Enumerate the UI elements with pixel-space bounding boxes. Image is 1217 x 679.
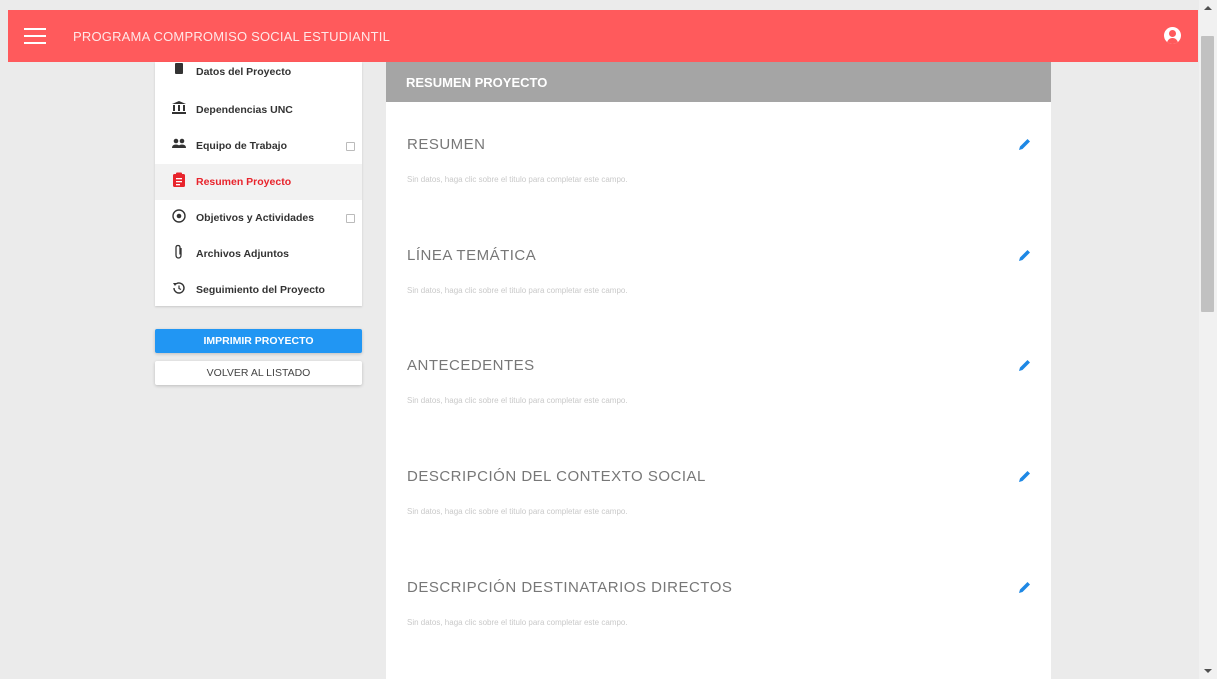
sidebar-item-label: Datos del Proyecto [196,66,292,78]
section-hint: Sin datos, haga clic sobre el titulo par… [407,507,628,516]
sidebar-item-resumen[interactable]: Resumen Proyecto [155,164,362,200]
group-icon [172,138,186,148]
sidebar-item-label: Archivos Adjuntos [196,248,289,260]
status-checkbox [346,213,355,223]
account-circle-icon[interactable] [1164,27,1181,44]
document-icon [175,63,183,74]
page-title: RESUMEN PROYECTO [406,74,548,90]
section-title[interactable]: RESUMEN [407,136,486,153]
back-to-list-button[interactable]: VOLVER AL LISTADO [155,361,362,385]
pencil-icon[interactable] [1018,469,1032,483]
sidebar-item-dependencias[interactable]: Dependencias UNC [155,92,362,128]
pencil-icon[interactable] [1018,137,1032,151]
pencil-icon[interactable] [1018,580,1032,594]
section-resumen: RESUMEN Sin datos, haga clic sobre el ti… [386,102,1051,212]
pencil-icon[interactable] [1018,248,1032,262]
section-destinatarios: DESCRIPCIÓN DESTINATARIOS DIRECTOS Sin d… [386,545,1051,655]
sidebar-item-datos-proyecto[interactable]: Datos del Proyecto [155,62,362,92]
section-hint: Sin datos, haga clic sobre el titulo par… [407,396,628,405]
scrollbar-thumb[interactable] [1201,36,1214,312]
sidebar-item-objetivos[interactable]: Objetivos y Actividades [155,200,362,236]
status-checkbox [346,141,355,151]
clipboard-icon [173,172,185,187]
section-antecedentes: ANTECEDENTES Sin datos, haga clic sobre … [386,323,1051,433]
sidebar-item-label: Seguimiento del Proyecto [196,284,325,296]
section-hint: Sin datos, haga clic sobre el titulo par… [407,175,628,184]
paperclip-icon [175,244,182,259]
section-hint: Sin datos, haga clic sobre el titulo par… [407,618,628,627]
project-sidebar: Datos del Proyecto Dependencias UNC Equi… [155,62,362,306]
scroll-down-arrow-icon[interactable] [1204,669,1212,673]
pencil-icon[interactable] [1018,358,1032,372]
page-scrollbar[interactable] [1199,0,1217,679]
sidebar-item-archivos[interactable]: Archivos Adjuntos [155,236,362,272]
section-contexto-social: DESCRIPCIÓN DEL CONTEXTO SOCIAL Sin dato… [386,434,1051,544]
sidebar-item-label: Equipo de Trabajo [196,140,288,152]
section-title[interactable]: ANTECEDENTES [407,357,535,374]
sidebar-item-label: Objetivos y Actividades [196,212,315,224]
section-hint: Sin datos, haga clic sobre el titulo par… [407,286,628,295]
app-header: PROGRAMA COMPROMISO SOCIAL ESTUDIANTIL [8,10,1198,62]
sidebar-item-seguimiento[interactable]: Seguimiento del Proyecto [155,272,362,308]
sidebar-item-label: Dependencias UNC [196,104,293,116]
section-title[interactable]: DESCRIPCIÓN DESTINATARIOS DIRECTOS [407,579,732,596]
target-icon [172,209,186,223]
section-title[interactable]: DESCRIPCIÓN DEL CONTEXTO SOCIAL [407,468,706,485]
panel-header: RESUMEN PROYECTO [386,62,1051,102]
history-icon [173,282,185,294]
summary-panel: RESUMEN Sin datos, haga clic sobre el ti… [386,102,1051,679]
scroll-up-arrow-icon[interactable] [1204,6,1212,10]
bank-icon [172,101,186,114]
print-project-button[interactable]: IMPRIMIR PROYECTO [155,329,362,353]
hamburger-menu-icon[interactable] [24,28,46,44]
section-title[interactable]: LÍNEA TEMÁTICA [407,247,536,264]
app-title: PROGRAMA COMPROMISO SOCIAL ESTUDIANTIL [73,28,390,44]
sidebar-item-equipo[interactable]: Equipo de Trabajo [155,128,362,164]
sidebar-item-label: Resumen Proyecto [196,176,292,188]
section-linea-tematica: LÍNEA TEMÁTICA Sin datos, haga clic sobr… [386,213,1051,323]
